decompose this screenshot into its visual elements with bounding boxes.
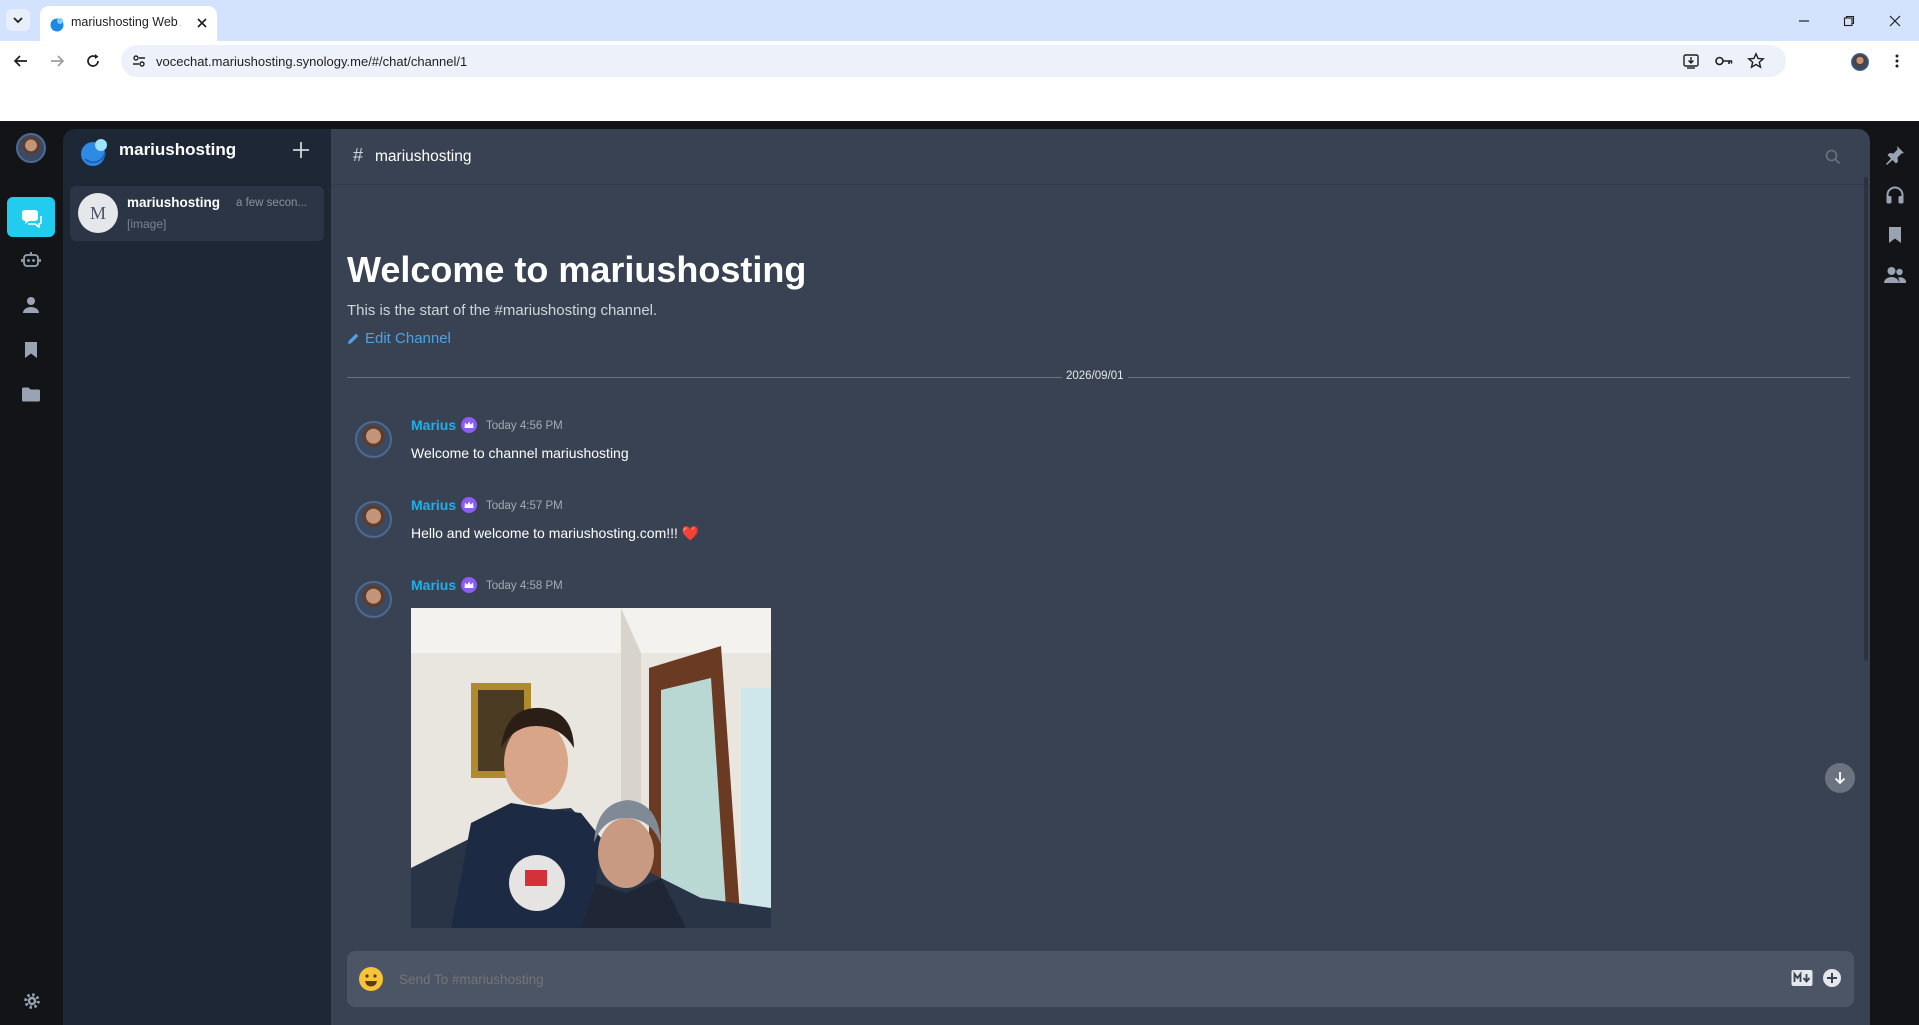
add-channel-icon[interactable] <box>292 141 310 159</box>
minimize-window-button[interactable] <box>1793 10 1815 32</box>
nav-saved[interactable] <box>7 330 55 370</box>
crown-badge-icon <box>461 577 477 593</box>
saved-bookmark-icon[interactable] <box>1888 226 1902 244</box>
back-icon[interactable] <box>13 53 29 69</box>
crown-badge-icon <box>461 417 477 433</box>
message-input[interactable] <box>399 967 1499 991</box>
nav-files[interactable] <box>7 374 55 414</box>
edit-channel-label: Edit Channel <box>365 329 451 347</box>
search-icon[interactable] <box>1825 149 1841 165</box>
tab-search-button[interactable] <box>6 9 30 31</box>
site-favicon-icon <box>50 18 64 32</box>
close-window-button[interactable] <box>1884 10 1906 32</box>
address-bar[interactable]: vocechat.mariushosting.synology.me/#/cha… <box>121 45 1786 77</box>
message-author-avatar[interactable] <box>355 581 392 618</box>
emoji-picker-icon[interactable] <box>357 965 385 993</box>
site-settings-icon[interactable] <box>132 54 146 68</box>
pencil-icon <box>348 333 359 344</box>
url-text: vocechat.mariushosting.synology.me/#/cha… <box>156 54 468 69</box>
pin-icon[interactable] <box>1885 145 1905 165</box>
headphones-icon[interactable] <box>1885 185 1905 205</box>
chevron-down-icon <box>13 17 23 24</box>
message-time: Today 4:58 PM <box>486 580 563 592</box>
minimize-icon <box>1799 20 1809 22</box>
browser-tab-bar: mariushosting Web A <box>0 0 1919 41</box>
welcome-subtitle: This is the start of the #mariushosting … <box>347 302 658 319</box>
right-tools-rail <box>1870 121 1919 1025</box>
channel-header-title: mariushosting <box>375 148 472 165</box>
message-author[interactable]: Marius <box>411 497 456 513</box>
message-author[interactable]: Marius <box>411 577 456 593</box>
arrow-down-icon <box>1834 772 1846 785</box>
close-icon <box>1889 15 1901 27</box>
restore-icon <box>1843 15 1855 27</box>
welcome-title: Welcome to mariushosting <box>347 249 807 290</box>
message-time: Today 4:57 PM <box>486 500 563 512</box>
message-composer <box>347 951 1854 1007</box>
message-item: Marius Today 4:58 PM <box>331 575 1850 928</box>
nav-contacts[interactable] <box>7 285 55 325</box>
nav-bots[interactable] <box>7 240 55 280</box>
tab-title: mariushosting Web A <box>71 15 181 29</box>
channel-avatar: M <box>78 193 118 233</box>
workspace-logo-icon <box>81 139 107 166</box>
date-divider-label: 2026/09/01 <box>1062 370 1128 382</box>
left-nav-rail <box>0 121 63 1025</box>
message-image-attachment[interactable] <box>411 608 771 928</box>
browser-tab[interactable]: mariushosting Web A <box>40 6 217 41</box>
workspace-name: mariushosting <box>119 140 237 159</box>
chat-main-panel: # mariushosting Welcome to mariushosting… <box>331 129 1870 1025</box>
reload-icon[interactable] <box>85 53 101 69</box>
message-author[interactable]: Marius <box>411 417 456 433</box>
install-app-icon[interactable] <box>1682 52 1700 70</box>
settings-gear-icon[interactable] <box>23 992 41 1010</box>
browser-profile-avatar[interactable] <box>1851 53 1869 71</box>
channel-list-item[interactable]: M mariushosting a few secon... [image] <box>70 186 324 241</box>
user-avatar[interactable] <box>16 133 46 163</box>
bookmark-star-icon[interactable] <box>1747 52 1765 70</box>
message-author-avatar[interactable] <box>355 421 392 458</box>
channel-sidebar: mariushosting M mariushosting a few seco… <box>63 129 331 1025</box>
message-item: Marius Today 4:57 PM Hello and welcome t… <box>331 495 1850 555</box>
chat-bubble-icon <box>21 210 42 228</box>
markdown-toggle-icon[interactable] <box>1791 969 1813 987</box>
edit-channel-link[interactable]: Edit Channel <box>347 327 451 349</box>
restore-window-button[interactable] <box>1838 10 1860 32</box>
channel-item-preview: [image] <box>127 217 167 231</box>
crown-badge-icon <box>461 497 477 513</box>
password-key-icon[interactable] <box>1714 53 1734 69</box>
browser-menu-icon[interactable] <box>1889 53 1905 69</box>
message-author-avatar[interactable] <box>355 501 392 538</box>
add-attachment-icon[interactable] <box>1822 968 1842 988</box>
channel-header: # mariushosting <box>331 129 1870 185</box>
hash-icon: # <box>353 145 364 165</box>
nav-chats[interactable] <box>7 197 55 237</box>
message-time: Today 4:56 PM <box>486 420 563 432</box>
browser-content-top-strip <box>0 81 1919 121</box>
message-item: Marius Today 4:56 PM Welcome to channel … <box>331 415 1850 475</box>
message-text: Welcome to channel mariushosting <box>411 445 629 461</box>
browser-toolbar: vocechat.mariushosting.synology.me/#/cha… <box>0 41 1919 81</box>
chat-scrollbar[interactable] <box>1864 177 1868 661</box>
message-text: Hello and welcome to mariushosting.com!!… <box>411 525 700 541</box>
close-tab-icon[interactable] <box>194 15 210 31</box>
user-icon <box>23 297 39 313</box>
channel-item-time: a few secon... <box>236 197 307 209</box>
folder-icon <box>22 387 40 402</box>
members-icon[interactable] <box>1884 266 1906 284</box>
bookmark-icon <box>25 342 37 358</box>
channel-item-name: mariushosting <box>127 195 221 210</box>
scroll-to-bottom-button[interactable] <box>1825 763 1855 793</box>
vocechat-app: mariushosting M mariushosting a few seco… <box>0 121 1919 1025</box>
robot-icon <box>21 252 41 267</box>
forward-icon[interactable] <box>49 53 65 69</box>
